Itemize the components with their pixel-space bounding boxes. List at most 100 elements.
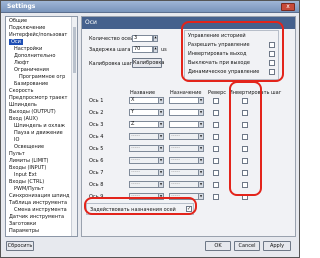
axis-assign-select[interactable]: ▼: [169, 109, 204, 116]
tree-item[interactable]: Подключение: [9, 25, 45, 31]
tree-item[interactable]: Входы (INPUT): [9, 165, 46, 171]
axis-name-select[interactable]: Y ▼: [129, 109, 164, 116]
chevron-down-icon[interactable]: ▼: [198, 98, 203, 103]
tree-item[interactable]: Смена инструмента: [14, 207, 67, 213]
reverse-checkbox[interactable]: [213, 98, 219, 104]
invert-step-checkbox[interactable]: [242, 170, 248, 176]
chevron-down-icon[interactable]: ▼: [198, 158, 203, 163]
axis-name-select[interactable]: X ▼: [129, 97, 164, 104]
ok-button[interactable]: OK: [205, 241, 231, 251]
tree-item[interactable]: Входы (CTRL): [9, 179, 44, 185]
reverse-checkbox[interactable]: [213, 158, 219, 164]
tree-item[interactable]: Общие: [9, 18, 27, 24]
tree-item[interactable]: Заготовки: [9, 221, 36, 227]
invert-step-checkbox[interactable]: [242, 122, 248, 128]
reverse-checkbox[interactable]: [213, 194, 219, 200]
axis-assign-select[interactable]: ----- ▼: [169, 157, 204, 164]
tree-item[interactable]: Программное огр: [19, 74, 65, 80]
tree-item[interactable]: Лимиты (LIMIT): [9, 158, 49, 164]
invert-step-checkbox[interactable]: [242, 146, 248, 152]
invert-step-checkbox[interactable]: [242, 134, 248, 140]
reverse-checkbox[interactable]: [213, 182, 219, 188]
chevron-down-icon[interactable]: ▼: [158, 134, 163, 139]
chevron-down-icon[interactable]: ▼: [198, 122, 203, 127]
axis-name-select[interactable]: Z ▼: [129, 121, 164, 128]
history-option-checkbox[interactable]: [269, 51, 275, 57]
tree-item[interactable]: IO: [14, 137, 19, 143]
chevron-down-icon[interactable]: ▼: [198, 146, 203, 151]
axis-assign-select[interactable]: ----- ▼: [169, 169, 204, 176]
tree-item[interactable]: Вход (AUX): [9, 116, 38, 122]
axis-name-select[interactable]: ----- ▼: [129, 157, 164, 164]
axis-count-input[interactable]: 3: [132, 35, 153, 42]
chevron-down-icon[interactable]: ▼: [158, 110, 163, 115]
axis-name-select[interactable]: ----- ▼: [129, 133, 164, 140]
axis-assign-select[interactable]: ----- ▼: [169, 181, 204, 188]
axis-assign-select[interactable]: ▼: [169, 121, 204, 128]
tree-scrollbar-thumb[interactable]: [73, 27, 76, 73]
tree-item[interactable]: Освещение: [14, 144, 44, 150]
chevron-down-icon[interactable]: ▼: [158, 170, 163, 175]
tree-scrollbar[interactable]: [71, 17, 77, 236]
history-option-checkbox[interactable]: [269, 60, 275, 66]
tree-item[interactable]: Скорость: [9, 88, 33, 94]
chevron-down-icon[interactable]: ▼: [158, 182, 163, 187]
tree-item[interactable]: Настройки: [14, 46, 42, 52]
reverse-checkbox[interactable]: [213, 146, 219, 152]
tree-item[interactable]: Таблица инструмента: [9, 200, 67, 206]
tree-item[interactable]: Датчик инструмента: [9, 214, 64, 220]
tree-item[interactable]: Базирование: [14, 81, 48, 87]
invert-step-checkbox[interactable]: [242, 182, 248, 188]
tree-item[interactable]: Дополнительно: [14, 53, 55, 59]
axis-name-select[interactable]: ----- ▼: [129, 169, 164, 176]
reverse-checkbox[interactable]: [213, 170, 219, 176]
tree-item[interactable]: Люфт: [14, 60, 29, 66]
axis-assign-select[interactable]: ----- ▼: [169, 133, 204, 140]
tree-item[interactable]: Интерфейс/пользоват: [9, 32, 67, 38]
axis-name-select[interactable]: ----- ▼: [129, 193, 164, 200]
tree-item[interactable]: Пульт: [9, 151, 25, 157]
axis-assign-select[interactable]: ----- ▼: [169, 193, 204, 200]
chevron-down-icon[interactable]: ▼: [158, 98, 163, 103]
tree-item[interactable]: Шпиндель и охлаж: [14, 123, 65, 129]
tree-item[interactable]: PWM/Пульт: [14, 186, 44, 192]
axis-count-spinner[interactable]: ▲: [153, 35, 158, 42]
calibration-button[interactable]: Калибровка: [132, 58, 164, 68]
chevron-down-icon[interactable]: ▼: [198, 134, 203, 139]
invert-step-checkbox[interactable]: [242, 110, 248, 116]
history-option-checkbox[interactable]: [269, 69, 275, 75]
chevron-down-icon[interactable]: ▼: [158, 194, 163, 199]
apply-button[interactable]: Apply: [263, 241, 291, 251]
reset-button[interactable]: Сбросить: [6, 241, 34, 251]
tree-item[interactable]: Input Ext: [14, 172, 37, 178]
chevron-down-icon[interactable]: ▼: [198, 182, 203, 187]
invert-step-checkbox[interactable]: [242, 98, 248, 104]
tree-item[interactable]: Ограничения: [14, 67, 49, 73]
step-delay-spinner[interactable]: ▲: [153, 46, 158, 53]
tree-item[interactable]: Предпросмотр траект: [9, 95, 67, 101]
tree-item[interactable]: Синхронизация шпинд: [9, 193, 70, 199]
reverse-checkbox[interactable]: [213, 122, 219, 128]
axis-name-select[interactable]: ----- ▼: [129, 181, 164, 188]
history-option-checkbox[interactable]: [269, 42, 275, 48]
reverse-checkbox[interactable]: [213, 134, 219, 140]
tree-item[interactable]: Пауза и движение: [14, 130, 63, 136]
chevron-down-icon[interactable]: ▼: [198, 110, 203, 115]
axis-assign-select[interactable]: ▼: [169, 97, 204, 104]
chevron-down-icon[interactable]: ▼: [158, 158, 163, 163]
axis-name-select[interactable]: ----- ▼: [129, 145, 164, 152]
chevron-down-icon[interactable]: ▼: [158, 122, 163, 127]
cancel-button[interactable]: Cancel: [234, 241, 260, 251]
tree-item[interactable]: Параметры: [9, 228, 39, 234]
invert-step-checkbox[interactable]: [242, 194, 248, 200]
tree-item[interactable]: Оси: [9, 39, 23, 45]
tree-item[interactable]: Шпиндель: [9, 102, 37, 108]
reverse-checkbox[interactable]: [213, 110, 219, 116]
chevron-down-icon[interactable]: ▼: [198, 194, 203, 199]
chevron-down-icon[interactable]: ▼: [158, 146, 163, 151]
tree-item[interactable]: Выходы (OUTPUT): [9, 109, 56, 115]
axis-assign-select[interactable]: ----- ▼: [169, 145, 204, 152]
step-delay-input[interactable]: 70: [132, 46, 153, 53]
use-assignments-checkbox[interactable]: ✓: [186, 206, 192, 212]
close-icon[interactable]: x: [281, 3, 295, 11]
